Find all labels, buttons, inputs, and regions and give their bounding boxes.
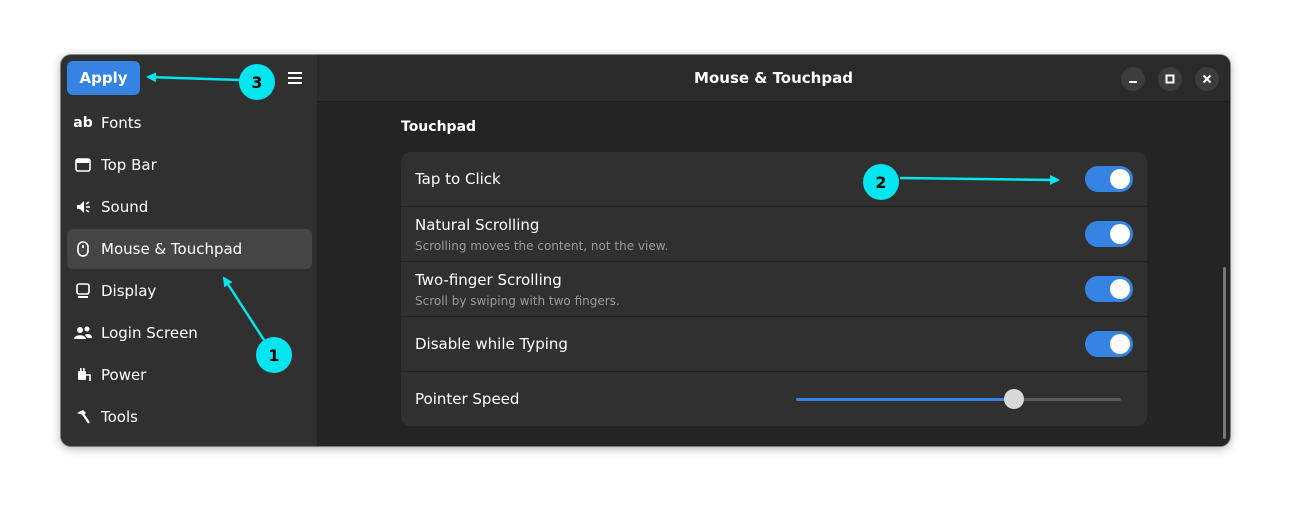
annotation-arrow-2: [899, 174, 1060, 185]
annotation-arrow-3: [146, 72, 241, 83]
annotation-badge-3: 3: [239, 64, 275, 100]
annotation-badge-1: 1: [256, 337, 292, 373]
annotation-arrow-1: [222, 276, 266, 341]
annotation-badge-2: 2: [863, 164, 899, 200]
annotation-arrows: [146, 72, 1060, 341]
